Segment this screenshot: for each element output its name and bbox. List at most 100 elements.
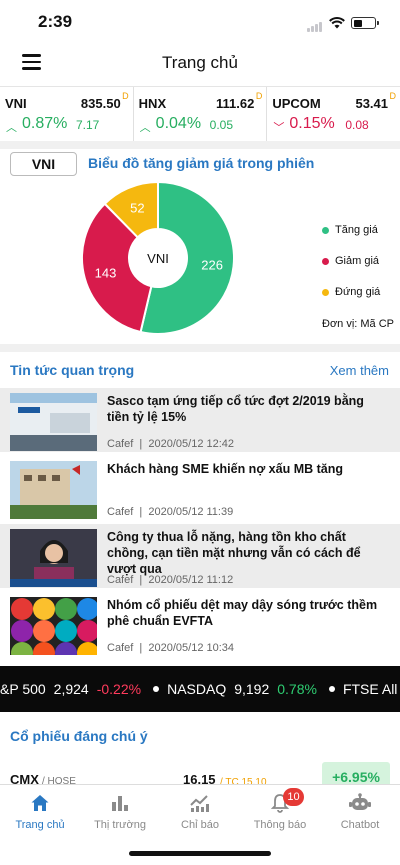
news-meta: Cafef | 2020/05/12 11:39 [107, 506, 234, 518]
legend-dot [322, 226, 329, 234]
status-bar: 2:39 [0, 0, 400, 44]
index-selector-tab[interactable]: VNI [10, 152, 77, 176]
news-source: Cafef [107, 506, 134, 518]
ticker-name: NASDAQ [167, 681, 227, 697]
tab-label: Thông báo [253, 819, 307, 831]
news-source: Cafef [107, 642, 134, 654]
legend-dot [322, 257, 329, 265]
slice-value-label: 143 [95, 266, 117, 281]
news-title: Nhóm cổ phiếu dệt may dậy sóng trước thề… [107, 598, 378, 628]
ticker-name: FTSE All [342, 681, 398, 697]
legend-item-up: Tăng giá [322, 224, 378, 236]
status-icons [307, 14, 379, 32]
tab-label: Thị trường [94, 819, 146, 831]
chart-title: Biểu đồ tăng giảm giá trong phiên [88, 155, 315, 171]
news-item[interactable]: Nhóm cổ phiếu dệt may dậy sóng trước thề… [0, 592, 400, 656]
ticker-value: 9,192 [234, 681, 270, 697]
news-item[interactable]: Khách hàng SME khiến nợ xấu MB tăng Cafe… [0, 456, 400, 520]
index-name: UPCOM [272, 96, 321, 111]
index-name: HNX [138, 96, 167, 111]
donut-center-label: VNI [147, 251, 169, 266]
ticker-track: &P 500 2,924 -0.22% NASDAQ 9,192 0.78% F… [0, 681, 400, 697]
news-time: 2020/05/12 11:12 [148, 574, 234, 586]
signal-icon [307, 14, 323, 32]
bell-icon [240, 793, 320, 819]
separator-dot-icon [328, 686, 335, 692]
index-change: 0.05 [209, 118, 234, 132]
index-card-upcom[interactable]: UPCOM 53.41 D ﹀ 0.15% 0.08 [267, 87, 400, 142]
news-thumbnail [10, 529, 97, 587]
news-time: 2020/05/12 10:34 [148, 642, 235, 654]
news-time: 2020/05/12 11:39 [148, 506, 234, 518]
tab-label: Chatbot [340, 819, 380, 831]
legend-dot [322, 288, 329, 296]
news-thumbnail [10, 461, 97, 519]
notable-stocks-section: Cổ phiếu đáng chú ý CMX / HOSE 16.15 / T… [0, 720, 400, 792]
news-meta: Cafef | 2020/05/12 11:12 [107, 574, 234, 586]
news-thumbnail [10, 393, 97, 451]
slice-value-label: 52 [130, 201, 144, 216]
tab-notifications[interactable]: 10 Thông báo [240, 788, 320, 831]
legend-item-flat: Đứng giá [322, 286, 380, 298]
index-card-vni[interactable]: VNI 835.50 D ︿ 0.87% 7.17 [0, 87, 134, 142]
news-title: Công ty thua lỗ nặng, hàng tồn kho chất … [107, 530, 361, 576]
home-icon [0, 793, 80, 819]
index-name: VNI [5, 96, 27, 111]
news-item[interactable]: Công ty thua lỗ nặng, hàng tồn kho chất … [0, 524, 400, 588]
page-title: Trang chủ [162, 53, 238, 72]
tab-market[interactable]: Thị trường [80, 793, 160, 831]
news-item[interactable]: Sasco tạm ứng tiếp cổ tức đợt 2/2019 bằn… [0, 388, 400, 452]
index-flag: D [389, 91, 397, 101]
index-value: 835.50 [80, 96, 121, 111]
donut-chart: 226 143 52 VNI [81, 180, 235, 335]
index-change: 7.17 [76, 118, 100, 132]
up-arrow-icon: ︿ [6, 122, 17, 134]
nav-bar: Trang chủ [0, 44, 400, 84]
unit-note: Đơn vị: Mã CP [322, 318, 395, 330]
news-section-title: Tin tức quan trọng [10, 362, 135, 378]
index-flag: D [122, 91, 129, 101]
bar-chart-icon [80, 793, 160, 819]
notification-badge: 10 [283, 788, 304, 806]
index-change: 0.08 [345, 118, 369, 132]
legend-label: Đứng giá [335, 286, 381, 298]
up-arrow-icon: ︿ [139, 122, 151, 134]
legend-label: Giảm giá [335, 255, 380, 267]
tab-label: Trang chủ [15, 819, 65, 831]
see-more-link[interactable]: Xem thêm [330, 363, 389, 378]
status-time: 2:39 [38, 12, 73, 31]
news-thumbnail [10, 597, 97, 655]
index-flag: D [255, 91, 263, 101]
world-index-ticker[interactable]: &P 500 2,924 -0.22% NASDAQ 9,192 0.78% F… [0, 666, 400, 712]
home-indicator [129, 851, 271, 856]
tab-label: Chỉ báo [181, 819, 219, 831]
tab-indicator[interactable]: Chỉ báo [160, 793, 240, 831]
index-value: 53.41 [355, 96, 389, 111]
ticker-change: -0.22% [96, 681, 142, 697]
indicator-chart-icon [160, 793, 240, 819]
battery-icon [351, 17, 379, 29]
tab-chatbot[interactable]: Chatbot [320, 793, 400, 831]
index-strip: VNI 835.50 D ︿ 0.87% 7.17 HNX 111.62 D ︿… [0, 86, 400, 142]
ticker-change: 0.78% [277, 681, 317, 697]
index-percent: 0.15% [289, 115, 335, 132]
index-card-hnx[interactable]: HNX 111.62 D ︿ 0.04% 0.05 [134, 87, 268, 142]
ticker-name: &P 500 [0, 681, 46, 697]
index-percent: 0.04% [155, 115, 202, 132]
tab-home[interactable]: Trang chủ [0, 793, 80, 831]
separator-dot-icon [153, 686, 160, 692]
legend-label: Tăng giá [335, 224, 378, 236]
index-percent: 0.87% [22, 115, 68, 132]
news-meta: Cafef | 2020/05/12 12:42 [107, 438, 235, 450]
divider [0, 344, 400, 352]
ticker-value: 2,924 [53, 681, 89, 697]
down-arrow-icon: ﹀ [273, 122, 285, 134]
stocks-section-title: Cổ phiếu đáng chú ý [10, 728, 148, 744]
news-meta: Cafef | 2020/05/12 10:34 [107, 642, 235, 654]
news-title: Khách hàng SME khiến nợ xấu MB tăng [107, 462, 343, 476]
robot-icon [320, 793, 400, 819]
news-title: Sasco tạm ứng tiếp cổ tức đợt 2/2019 bằn… [107, 394, 364, 424]
slice-value-label: 226 [201, 257, 223, 272]
advance-decline-chart-section: VNI Biểu đồ tăng giảm giá trong phiên 22… [0, 146, 400, 344]
news-time: 2020/05/12 12:42 [148, 438, 235, 450]
